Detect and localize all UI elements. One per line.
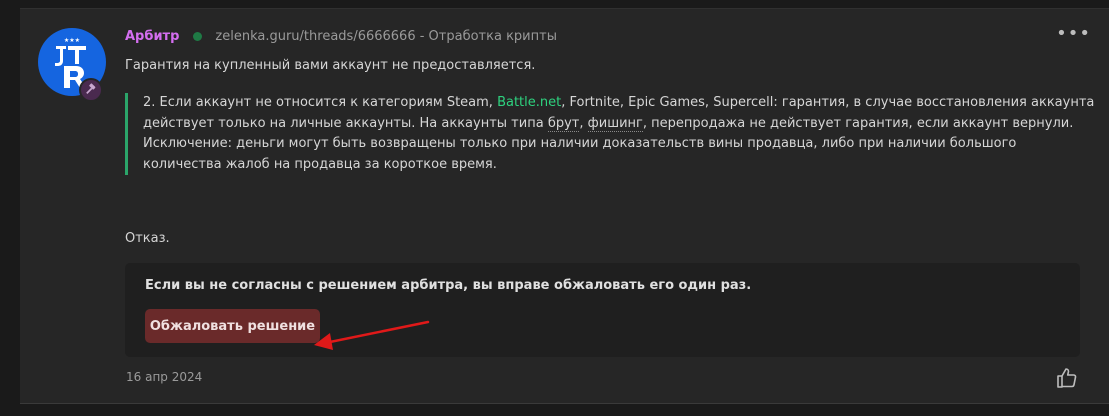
role-badge	[79, 78, 103, 102]
term-brut[interactable]: брут	[547, 115, 580, 132]
appeal-box: Если вы не согласны с решением арбитра, …	[125, 263, 1080, 357]
quote-text-1: 2. Если аккаунт не относится к категория…	[143, 95, 498, 110]
rule-quote: 2. Если аккаунт не относится к категория…	[125, 93, 1095, 175]
avatar-wrapper[interactable]: ★★★	[38, 28, 106, 102]
svg-text:★★★: ★★★	[64, 37, 80, 44]
online-status-icon	[193, 32, 203, 41]
post-container: ★★★ Арбитр zelenka.guru/threads/6666666 …	[20, 8, 1109, 404]
battle-net-link[interactable]: Battle.net	[497, 95, 561, 110]
appeal-message: Если вы не согласны с решением арбитра, …	[145, 278, 752, 293]
more-options-icon[interactable]: •••	[1056, 23, 1091, 44]
author-name[interactable]: Арбитр	[125, 29, 179, 44]
refusal-text: Отказ.	[125, 231, 170, 246]
like-icon[interactable]	[1055, 366, 1079, 390]
gavel-icon	[86, 83, 96, 94]
post-header: Арбитр zelenka.guru/threads/6666666 - От…	[125, 29, 557, 44]
post-date[interactable]: 16 апр 2024	[126, 370, 202, 384]
term-phishing[interactable]: фишинг	[587, 115, 643, 132]
guarantee-text: Гарантия на купленный вами аккаунт не пр…	[125, 58, 536, 73]
appeal-button[interactable]: Обжаловать решение	[145, 309, 320, 343]
thread-link[interactable]: zelenka.guru/threads/6666666 - Отработка…	[215, 29, 557, 44]
quote-text-3: ,	[579, 115, 588, 131]
